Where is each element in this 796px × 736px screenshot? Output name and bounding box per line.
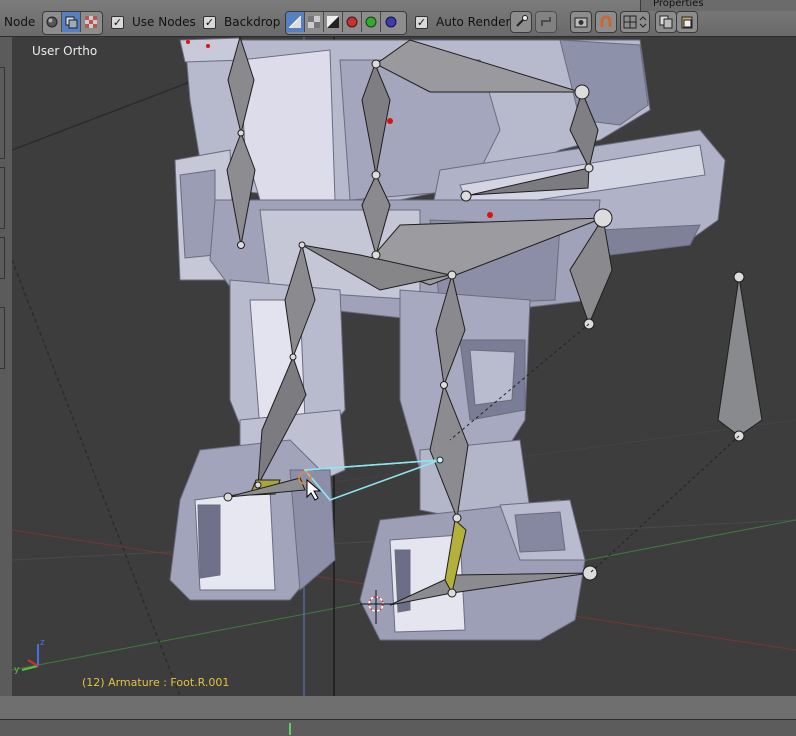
properties-tab-label: Properties [653,0,704,9]
backdrop-label: Backdrop [224,15,281,29]
node-editor-header: Node ✓ Use Nodes ✓ Backdrop ✓ Auto Rende… [0,0,796,37]
timeline-strip[interactable] [0,696,796,736]
active-object-status: (12) Armature : Foot.R.001 [82,676,230,689]
green-channel-icon[interactable] [362,12,381,32]
compositing-nodes-icon[interactable] [62,12,81,32]
properties-panel-tab[interactable]: Properties [640,0,796,11]
backdrop-checkbox[interactable]: ✓ [203,15,216,29]
view-mode-label: User Ortho [32,44,98,58]
backdrop-toggle[interactable]: ✓ Backdrop [203,11,280,33]
auto-render-label: Auto Render [436,15,511,29]
alpha-channel-icon[interactable] [324,12,343,32]
auto-render-toggle[interactable]: ✓ Auto Render [415,11,510,33]
paste-nodes-icon[interactable] [676,11,698,33]
svg-text:z: z [40,638,45,648]
render-icon[interactable] [570,11,592,33]
3d-viewport-backdrop[interactable]: z y [12,37,796,696]
editor-type-label[interactable]: Node [4,11,35,33]
pin-icon[interactable] [510,11,532,33]
timeline-frames-row[interactable] [0,719,796,736]
red-channel-icon[interactable] [343,12,362,32]
copy-nodes-icon[interactable] [655,11,677,33]
svg-text:y: y [14,665,20,675]
backdrop-channels-selector [285,11,407,35]
rgba-channel-icon[interactable] [305,12,324,32]
shader-nodes-icon[interactable] [43,12,62,32]
snap-element-dropdown[interactable] [620,11,650,33]
blue-channel-icon[interactable] [381,12,400,32]
use-nodes-label: Use Nodes [132,15,196,29]
use-nodes-toggle[interactable]: ✓ Use Nodes [111,11,196,33]
use-nodes-checkbox[interactable]: ✓ [111,15,124,29]
snap-magnet-icon[interactable] [595,11,617,33]
axis-gizmo-icon: z y [14,638,45,675]
auto-render-checkbox[interactable]: ✓ [415,15,428,29]
node-tree-type-selector [42,11,103,35]
texture-nodes-icon[interactable] [81,12,100,32]
rgb-channel-icon[interactable] [286,12,305,32]
scene-render: z y [12,37,796,696]
current-frame-marker[interactable] [289,723,291,735]
parent-tree-icon[interactable] [535,11,557,33]
